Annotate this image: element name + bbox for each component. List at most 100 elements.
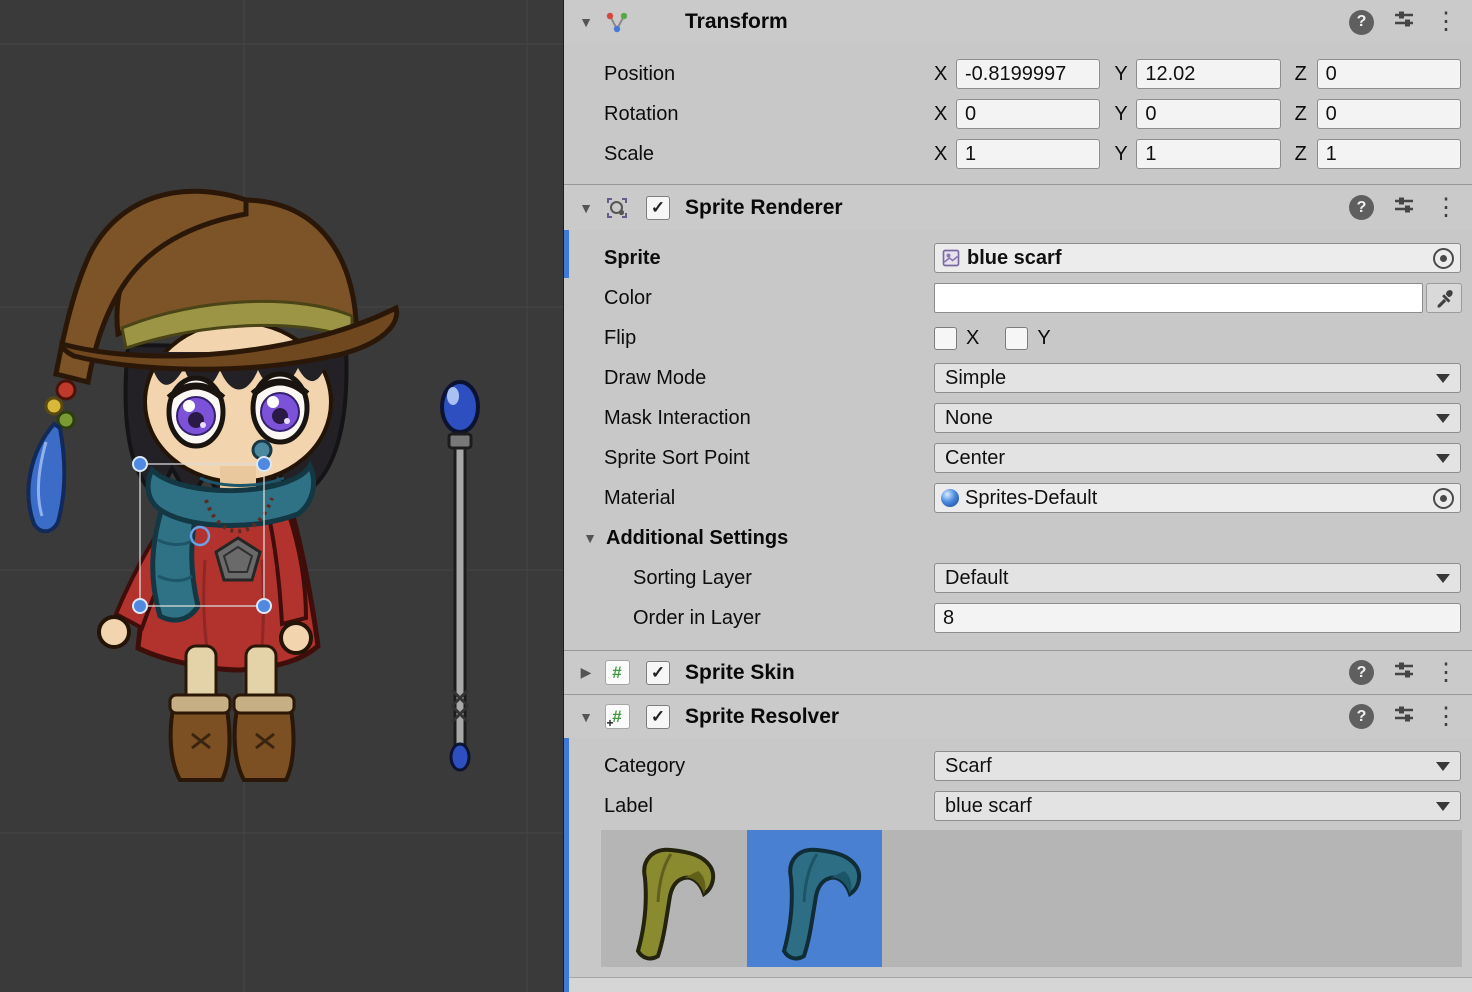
chevron-down-icon [1436, 374, 1450, 383]
character-sprite [28, 191, 396, 780]
axis-y-label: Y [1114, 143, 1130, 166]
mask-interaction-value: None [945, 407, 993, 430]
chevron-down-icon [1436, 762, 1450, 771]
mask-interaction-dropdown[interactable]: None [934, 403, 1461, 433]
color-label: Color [604, 287, 934, 310]
left-eye [169, 378, 223, 446]
help-icon[interactable]: ? [1349, 195, 1374, 220]
sprite-sort-point-row: Sprite Sort Point Center [564, 438, 1472, 478]
flip-x-label: X [966, 327, 979, 350]
sorting-layer-value: Default [945, 567, 1008, 590]
additional-settings-row[interactable]: ▼ Additional Settings [564, 518, 1472, 558]
label-dropdown[interactable]: blue scarf [934, 791, 1461, 821]
foldout-open-icon[interactable]: ▼ [576, 14, 596, 30]
axis-z-label: Z [1295, 103, 1311, 126]
component-title: Sprite Resolver [685, 705, 839, 729]
flip-x-checkbox[interactable] [934, 327, 957, 350]
more-menu-icon[interactable]: ⋮ [1434, 10, 1458, 34]
scene-view[interactable] [0, 0, 563, 992]
sprite-object-field[interactable]: blue scarf [934, 243, 1461, 273]
component-title: Sprite Skin [685, 661, 795, 685]
draw-mode-row: Draw Mode Simple [564, 358, 1472, 398]
axis-x-label: X [934, 143, 950, 166]
eyedropper-icon[interactable] [1426, 283, 1462, 313]
object-picker-icon[interactable] [1433, 248, 1454, 269]
mask-interaction-label: Mask Interaction [604, 407, 934, 430]
rotation-y-field[interactable]: 0 [1136, 99, 1280, 129]
thumbnail-blue-scarf-selected[interactable] [747, 830, 882, 967]
component-enabled-checkbox[interactable]: ✓ [646, 705, 670, 729]
sprite-resolver-header[interactable]: ▼ #+ ✓ Sprite Resolver ? ⋮ [564, 694, 1472, 738]
sprite-object-name: blue scarf [967, 247, 1061, 270]
flip-y-label: Y [1037, 327, 1050, 350]
rotation-label: Rotation [604, 103, 934, 126]
sprite-label: Sprite [604, 247, 934, 270]
flip-y-checkbox[interactable] [1005, 327, 1028, 350]
presets-icon[interactable] [1391, 701, 1417, 733]
transform-header[interactable]: ▼ Transform ? ⋮ [564, 0, 1472, 44]
foldout-open-icon[interactable]: ▼ [576, 200, 596, 216]
material-object-field[interactable]: Sprites-Default [934, 483, 1461, 513]
material-sphere-icon [941, 489, 959, 507]
label-row: Label blue scarf [564, 786, 1472, 826]
sprite-thumb-icon [941, 248, 961, 268]
rotation-row: Rotation X 0 Y 0 Z 0 [564, 94, 1472, 134]
help-icon[interactable]: ? [1349, 704, 1374, 729]
help-icon[interactable]: ? [1349, 10, 1374, 35]
sprite-variant-strip [601, 830, 1462, 967]
override-bar-sprite [564, 230, 569, 278]
draw-mode-label: Draw Mode [604, 367, 934, 390]
scale-label: Scale [604, 143, 934, 166]
sprite-row: Sprite blue scarf [564, 238, 1472, 278]
more-menu-icon[interactable]: ⋮ [1434, 661, 1458, 685]
axis-y-label: Y [1114, 103, 1130, 126]
sorting-layer-label: Sorting Layer [604, 567, 934, 590]
thumbnail-green-scarf[interactable] [601, 830, 736, 967]
position-x-field[interactable]: -0.8199997 [956, 59, 1100, 89]
scale-y-field[interactable]: 1 [1136, 139, 1280, 169]
color-row: Color [564, 278, 1472, 318]
rotation-x-field[interactable]: 0 [956, 99, 1100, 129]
sprite-sort-point-dropdown[interactable]: Center [934, 443, 1461, 473]
scale-z-field[interactable]: 1 [1317, 139, 1461, 169]
transform-icon [604, 9, 630, 35]
flip-label: Flip [604, 327, 934, 350]
category-label: Category [604, 755, 934, 778]
axis-z-label: Z [1295, 63, 1311, 86]
draw-mode-dropdown[interactable]: Simple [934, 363, 1461, 393]
more-menu-icon[interactable]: ⋮ [1434, 705, 1458, 729]
sprite-sort-point-value: Center [945, 447, 1005, 470]
foldout-closed-icon[interactable]: ▶ [576, 664, 596, 681]
position-label: Position [604, 63, 934, 86]
presets-icon[interactable] [1391, 192, 1417, 224]
help-icon[interactable]: ? [1349, 660, 1374, 685]
chevron-down-icon [1436, 454, 1450, 463]
sprite-renderer-header[interactable]: ▼ ✓ Sprite Renderer ? ⋮ [564, 184, 1472, 230]
foldout-open-icon[interactable]: ▼ [580, 530, 600, 546]
sorting-layer-row: Sorting Layer Default [564, 558, 1472, 598]
mask-interaction-row: Mask Interaction None [564, 398, 1472, 438]
component-enabled-checkbox[interactable]: ✓ [646, 196, 670, 220]
sorting-layer-dropdown[interactable]: Default [934, 563, 1461, 593]
axis-x-label: X [934, 63, 950, 86]
foldout-open-icon[interactable]: ▼ [576, 709, 596, 725]
more-menu-icon[interactable]: ⋮ [1434, 196, 1458, 220]
position-z-field[interactable]: 0 [1317, 59, 1461, 89]
additional-settings-title: Additional Settings [606, 527, 788, 550]
sprite-skin-header[interactable]: ▶ # ✓ Sprite Skin ? ⋮ [564, 650, 1472, 694]
component-enabled-checkbox[interactable]: ✓ [646, 661, 670, 685]
color-swatch[interactable] [934, 283, 1423, 313]
scale-x-field[interactable]: 1 [956, 139, 1100, 169]
presets-icon[interactable] [1391, 657, 1417, 689]
object-picker-icon[interactable] [1433, 488, 1454, 509]
order-in-layer-field[interactable]: 8 [934, 603, 1461, 633]
material-row: Material Sprites-Default [564, 478, 1472, 518]
rotation-z-field[interactable]: 0 [1317, 99, 1461, 129]
presets-icon[interactable] [1391, 6, 1417, 38]
scale-row: Scale X 1 Y 1 Z 1 [564, 134, 1472, 174]
sprite-sort-point-label: Sprite Sort Point [604, 447, 934, 470]
material-object-name: Sprites-Default [965, 487, 1097, 510]
override-bar-resolver [564, 738, 569, 992]
position-y-field[interactable]: 12.02 [1136, 59, 1280, 89]
category-dropdown[interactable]: Scarf [934, 751, 1461, 781]
